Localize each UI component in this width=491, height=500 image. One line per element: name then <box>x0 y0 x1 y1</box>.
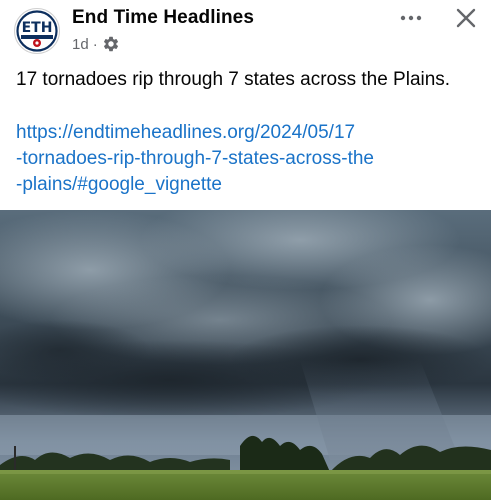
post-link-line[interactable]: -tornadoes-rip-through-7-states-across-t… <box>16 146 481 172</box>
post-time[interactable]: 1d <box>72 36 89 53</box>
gear-icon[interactable] <box>102 35 120 53</box>
post-header: ETH End Time Headlines 1d · <box>0 0 491 62</box>
post-link-line[interactable]: -plains/#google_vignette <box>16 172 481 198</box>
post-text: 17 tornadoes rip through 7 states across… <box>16 69 451 90</box>
storm-photo <box>0 210 491 500</box>
page-name[interactable]: End Time Headlines <box>72 7 254 29</box>
page-avatar[interactable]: ETH <box>14 8 60 54</box>
post-link-line[interactable]: https://endtimeheadlines.org/2024/05/17 <box>16 120 481 146</box>
eth-logo-icon: ETH <box>16 10 58 52</box>
post-link[interactable]: https://endtimeheadlines.org/2024/05/17 … <box>16 120 481 198</box>
meta-separator: · <box>92 35 98 53</box>
more-options-button[interactable] <box>398 8 424 28</box>
close-button[interactable] <box>453 5 479 31</box>
post-image[interactable] <box>0 210 491 500</box>
close-icon <box>456 8 476 28</box>
post-meta: 1d · <box>72 35 120 53</box>
avatar-initials: ETH <box>22 20 53 36</box>
more-options-icon <box>400 15 422 21</box>
